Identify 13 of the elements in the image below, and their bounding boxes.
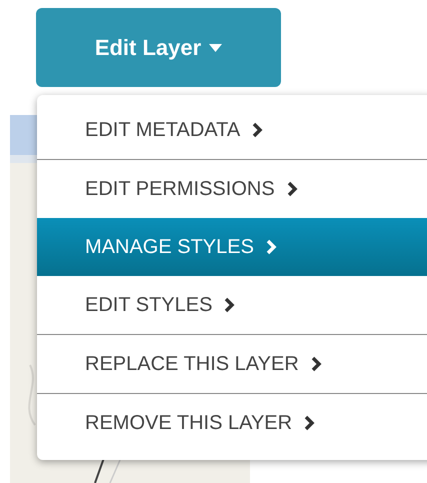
menu-item[interactable]: MANAGE STYLES [37,218,427,276]
chevron-right-icon [224,297,236,313]
chevron-right-icon [286,181,298,197]
menu-item[interactable]: REMOVE THIS LAYER [37,394,427,452]
caret-icon [209,44,222,52]
chevron-right-icon [266,239,277,255]
menu-item[interactable]: EDIT PERMISSIONS [37,160,427,218]
chevron-right-icon [252,122,264,138]
menu-item[interactable]: EDIT STYLES [37,276,427,334]
chevron-right-icon [304,415,316,431]
menu-item[interactable]: EDIT METADATA [37,101,427,159]
menu-item[interactable]: REPLACE THIS LAYER [37,335,427,393]
chevron-right-icon [310,356,322,372]
